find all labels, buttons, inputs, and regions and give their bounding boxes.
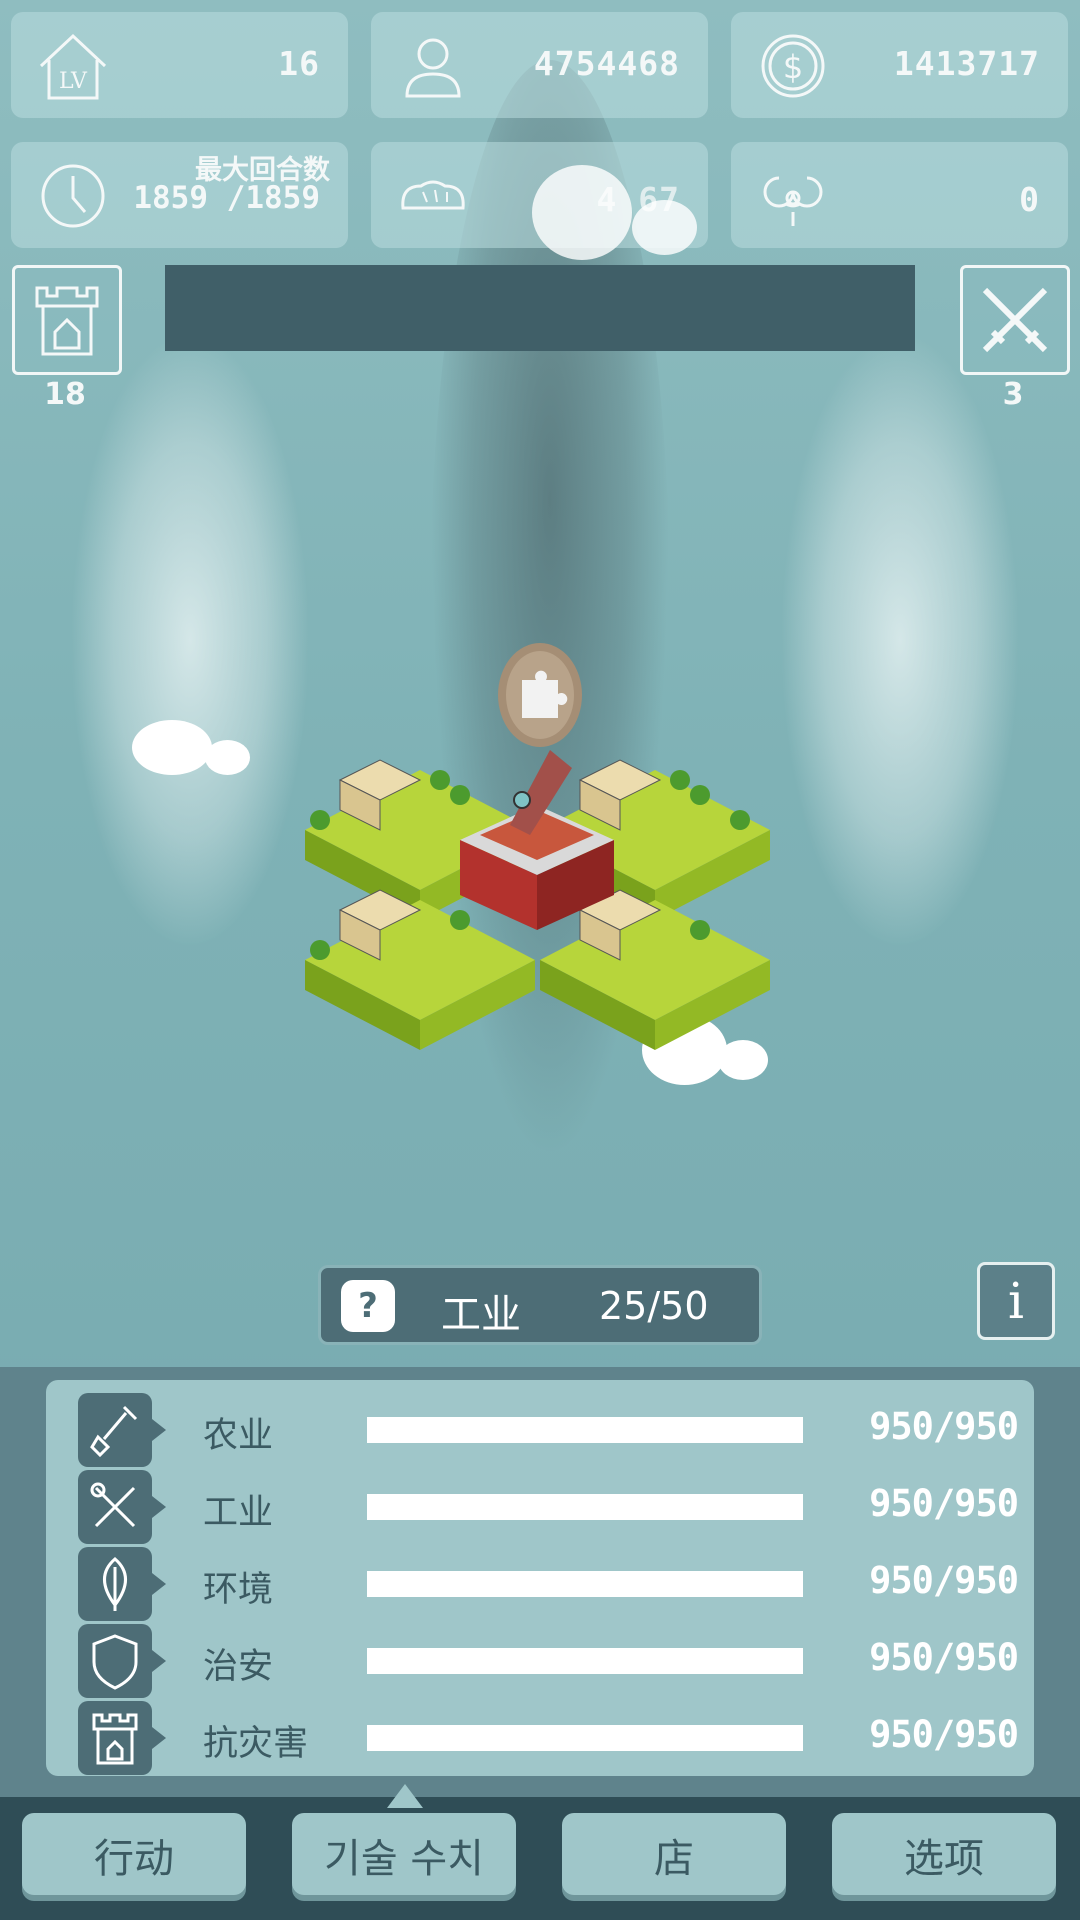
tech-row-label: 治安 — [203, 1647, 274, 1687]
help-icon[interactable]: ? — [341, 1280, 395, 1332]
tech-row-value: 950/950 — [869, 1405, 1019, 1448]
turns-card: 最大回合数 1859 /1859 — [11, 142, 348, 248]
tech-row-label: 工业 — [203, 1493, 274, 1533]
cloud-left — [132, 720, 212, 775]
tech-row-disaster: 抗灾害 950/950 — [78, 1701, 1019, 1775]
tech-row-value: 950/950 — [869, 1482, 1019, 1525]
tech-progress-fill — [367, 1648, 803, 1674]
person-icon — [405, 38, 461, 98]
level-value: 16 — [278, 44, 320, 83]
svg-text:LV: LV — [59, 69, 88, 94]
biohazard-icon — [763, 176, 823, 226]
tech-progress-bar — [367, 1571, 803, 1597]
tech-progress-bar — [367, 1725, 803, 1751]
cloud-top — [532, 165, 632, 260]
money-value: 1413717 — [893, 44, 1040, 83]
tech-row-security: 治安 950/950 — [78, 1624, 1019, 1698]
tech-progress-bar — [367, 1648, 803, 1674]
tech-row-value: 950/950 — [869, 1636, 1019, 1679]
level-card: LV 16 — [11, 12, 348, 118]
fog-left — [70, 330, 310, 950]
event-banner — [165, 265, 915, 351]
active-tab-pointer — [387, 1784, 423, 1808]
cloud-left-small — [205, 740, 250, 775]
cloud-top-small — [632, 200, 697, 255]
battle-count: 3 — [1002, 377, 1024, 412]
clock-icon — [41, 164, 105, 228]
tech-row-label: 抗灾害 — [203, 1724, 309, 1764]
sector-indicator[interactable]: ? 工业 25/50 — [318, 1265, 762, 1345]
hazard-card: 0 — [731, 142, 1068, 248]
tech-progress-fill — [367, 1494, 803, 1520]
fog-right — [780, 330, 1020, 950]
turns-value: 1859 /1859 — [133, 180, 320, 216]
tech-row-label: 农业 — [203, 1416, 274, 1456]
tech-row-agriculture: 农业 950/950 — [78, 1393, 1019, 1467]
tech-row-industry: 工业 950/950 — [78, 1470, 1019, 1544]
tech-progress-fill — [367, 1571, 803, 1597]
tab-shop[interactable]: 店 — [562, 1813, 786, 1895]
leaf-icon — [78, 1547, 166, 1621]
castle-icon — [35, 286, 99, 356]
tech-row-value: 950/950 — [869, 1559, 1019, 1602]
castle-icon — [78, 1701, 166, 1775]
battle-button[interactable] — [960, 265, 1070, 375]
coin-icon: $ — [761, 34, 825, 98]
money-card: $ 1413717 — [731, 12, 1068, 118]
tab-options[interactable]: 选项 — [832, 1813, 1056, 1895]
tech-progress-bar — [367, 1417, 803, 1443]
castle-button[interactable] — [12, 265, 122, 375]
castle-count: 18 — [44, 377, 86, 412]
shield-icon — [78, 1624, 166, 1698]
hazard-value: 0 — [1019, 180, 1040, 219]
tech-row-value: 950/950 — [869, 1713, 1019, 1756]
info-button[interactable]: i — [977, 1262, 1055, 1340]
tech-progress-fill — [367, 1725, 803, 1751]
crossed-swords-icon — [982, 287, 1048, 353]
tab-action[interactable]: 行动 — [22, 1813, 246, 1895]
tools-icon — [78, 1470, 166, 1544]
population-card: 4754468 — [371, 12, 708, 118]
tech-row-label: 环境 — [203, 1570, 274, 1610]
tech-row-environment: 环境 950/950 — [78, 1547, 1019, 1621]
svg-text:$: $ — [783, 48, 803, 86]
sector-value: 25/50 — [599, 1284, 709, 1328]
tech-progress-fill — [367, 1417, 803, 1443]
sector-name: 工业 — [441, 1292, 521, 1338]
city-island[interactable] — [300, 630, 780, 1090]
tab-tech-stats[interactable]: 기술 수치 — [292, 1813, 516, 1895]
bread-icon — [401, 180, 465, 210]
population-value: 4754468 — [533, 44, 680, 83]
shovel-icon — [78, 1393, 166, 1467]
house-level-icon: LV — [39, 33, 107, 100]
tech-progress-bar — [367, 1494, 803, 1520]
